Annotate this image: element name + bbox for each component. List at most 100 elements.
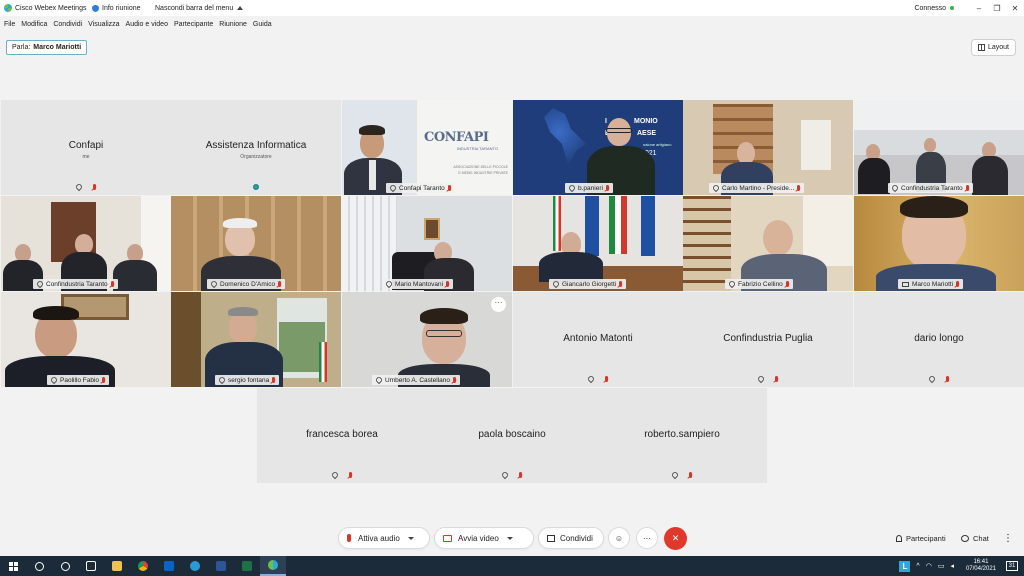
chevron-down-icon[interactable] (407, 536, 414, 540)
share-label: Condividi (560, 533, 593, 543)
participant-video-tile[interactable]: ··· Umberto A. Castellano (342, 292, 512, 387)
participant-video-tile[interactable]: I MONIO E AESE nalone artigiano 2021 b.p… (513, 100, 683, 195)
chevron-down-icon[interactable] (506, 536, 513, 540)
app-badge-icon[interactable]: L (899, 560, 911, 572)
participant-name: Confindustria Puglia (723, 333, 813, 344)
webex-taskbar-button[interactable] (260, 556, 286, 576)
participant-video-tile[interactable]: Mario Mantovani (342, 196, 512, 291)
cortana-button[interactable] (52, 556, 78, 576)
participant-video-tile[interactable]: Domenico D'Amico (171, 196, 341, 291)
active-speaker-video-tile[interactable]: Marco Mariotti (854, 196, 1024, 291)
battery-icon[interactable]: ▭ (938, 562, 945, 570)
participant-name: Confapi (68, 140, 104, 151)
minimize-button[interactable]: – (970, 4, 988, 13)
phone-audio-icon (330, 470, 340, 480)
participant-video-tile[interactable]: Fabrizio Cellino (683, 196, 853, 291)
edge-button[interactable] (182, 556, 208, 576)
muted-mic-icon (102, 377, 106, 383)
restore-button[interactable]: ❐ (988, 4, 1006, 13)
notification-center-icon[interactable]: 31 (1006, 561, 1018, 571)
menu-modifica[interactable]: Modifica (21, 21, 47, 28)
search-icon (34, 561, 44, 571)
participant-video-tile[interactable]: Giancarlo Giorgetti (513, 196, 683, 291)
meeting-info-button[interactable]: Info riunione (92, 4, 150, 12)
excel-button[interactable] (234, 556, 260, 576)
outlook-button[interactable] (156, 556, 182, 576)
reactions-button[interactable]: ☺ (608, 527, 630, 549)
menu-partecipante[interactable]: Partecipante (174, 21, 213, 28)
participant-tile[interactable]: francesca borea (257, 388, 427, 483)
muted-mic-icon (965, 185, 969, 191)
participant-tile[interactable]: Assistenza Informatica Organizzatore (171, 100, 341, 195)
phone-audio-icon (374, 375, 384, 385)
participant-name: paola boscaino (478, 429, 546, 440)
menu-bar: File Modifica Condividi Visualizza Audio… (0, 17, 278, 31)
share-button[interactable]: Condividi (538, 527, 604, 549)
participant-tile[interactable]: dario longo (854, 292, 1024, 387)
phone-audio-icon (756, 374, 766, 384)
computer-icon (902, 281, 909, 287)
video-feed (171, 196, 341, 291)
menu-guida[interactable]: Guida (253, 21, 272, 28)
muted-mic-icon (956, 281, 960, 287)
muted-mic-icon (605, 185, 609, 191)
menu-condividi[interactable]: Condividi (53, 21, 82, 28)
speaker-label: Parla: (12, 44, 31, 51)
video-feed (683, 100, 853, 195)
phone-audio-icon (890, 183, 900, 193)
hide-menu-bar-button[interactable]: Nascondi barra del menu (155, 5, 244, 12)
start-video-label: Avvia video (458, 533, 499, 543)
start-video-button[interactable]: Avvia video (434, 527, 534, 549)
participant-name: Confapi Taranto (399, 184, 445, 192)
participant-name: sergio fontana (228, 376, 270, 384)
participant-tile[interactable]: Confapi me (1, 100, 171, 195)
participant-video-tile[interactable]: Carlo Martino - Preside... (683, 100, 853, 195)
phone-audio-icon (727, 279, 737, 289)
start-button[interactable] (0, 556, 26, 576)
chrome-button[interactable] (130, 556, 156, 576)
participant-video-tile[interactable]: Paolillo Fabio (1, 292, 171, 387)
participant-name-tag: Domenico D'Amico (207, 279, 286, 289)
participant-video-tile[interactable]: Confindustria Taranto (1, 196, 171, 291)
participant-tile[interactable]: Confindustria Puglia (683, 292, 853, 387)
more-options-icon[interactable]: ··· (491, 297, 506, 312)
menu-riunione[interactable]: Riunione (219, 21, 247, 28)
participant-video-tile[interactable]: Confindustria Taranto (854, 100, 1024, 195)
muted-mic-icon (278, 281, 282, 287)
word-button[interactable] (208, 556, 234, 576)
muted-mic-icon (689, 472, 692, 478)
participant-video-tile[interactable]: sergio fontana (171, 292, 341, 387)
participants-button[interactable]: Partecipanti (896, 529, 946, 547)
participant-name-tag: sergio fontana (215, 375, 280, 385)
task-view-button[interactable] (78, 556, 104, 576)
overflow-menu-button[interactable]: ⋮ (1003, 529, 1013, 547)
network-icon[interactable]: ◠ (926, 562, 932, 570)
volume-icon[interactable]: ◂ (950, 562, 954, 570)
participant-tile[interactable]: Antonio Matonti (513, 292, 683, 387)
menu-file[interactable]: File (4, 21, 15, 28)
participant-name: Confindustria Taranto (901, 184, 963, 192)
end-meeting-button[interactable]: ✕ (664, 526, 687, 550)
participant-tile[interactable]: paola boscaino (427, 388, 597, 483)
search-button[interactable] (26, 556, 52, 576)
menu-visualizza[interactable]: Visualizza (88, 21, 119, 28)
close-window-button[interactable]: ✕ (1006, 4, 1024, 13)
more-options-button[interactable]: ··· (636, 527, 658, 549)
banner-text-line: ASSOCIAZIONE DELLE PICCOLE (453, 165, 508, 169)
webex-icon (268, 560, 278, 570)
participant-video-tile[interactable]: CONFAPI INDUSTRIA TARANTO ASSOCIAZIONE D… (342, 100, 512, 195)
participant-tile[interactable]: roberto.sampiero (597, 388, 767, 483)
phone-audio-icon (74, 182, 84, 192)
unmute-button[interactable]: Attiva audio (338, 527, 430, 549)
show-hidden-icons[interactable]: ^ (916, 563, 919, 570)
menu-audio-video[interactable]: Audio e video (126, 21, 168, 28)
share-icon (547, 534, 555, 542)
video-feed (513, 196, 683, 291)
participant-name: Marco Mariotti (912, 280, 954, 288)
chat-button[interactable]: Chat (961, 529, 989, 547)
muted-mic-icon (272, 377, 276, 383)
layout-button[interactable]: Layout (970, 39, 1016, 56)
clock[interactable]: 16:41 07/04/2021 (966, 559, 996, 573)
participant-name: Assistenza Informatica (205, 140, 307, 151)
file-explorer-button[interactable] (104, 556, 130, 576)
